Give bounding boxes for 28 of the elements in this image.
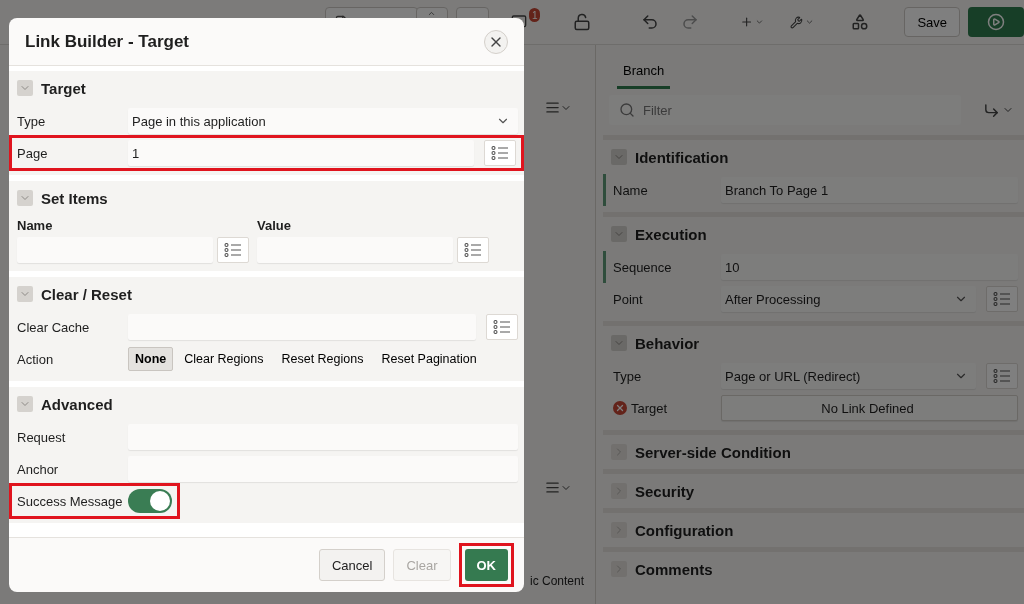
section-title: Set Items (41, 189, 108, 207)
section-title: Target (41, 79, 86, 97)
field-label: Name (613, 182, 648, 198)
field-label: Request (17, 429, 67, 445)
section-title: Execution (635, 225, 707, 243)
column-header: Name (17, 216, 54, 235)
section-title: Identification (635, 148, 729, 166)
field-label: Action (17, 351, 55, 367)
section-title: Security (635, 482, 695, 500)
section-title: Server-side Condition (635, 443, 791, 461)
count-badge: 1 (529, 8, 540, 22)
field-label: Success Message (17, 493, 124, 509)
section-title: Advanced (41, 395, 113, 413)
field-label: Type (17, 113, 47, 129)
tree-node-label: ic Content (530, 574, 585, 588)
dialog-title: Link Builder - Target (25, 31, 190, 52)
section-title: Comments (635, 560, 713, 578)
column-header: Value (257, 216, 292, 235)
section-title: Behavior (635, 334, 700, 352)
field-label: Page (17, 145, 49, 161)
field-label: Clear Cache (17, 319, 91, 335)
section-title: Clear / Reset (41, 285, 132, 303)
field-label: Type (613, 368, 642, 384)
field-label: Sequence (613, 259, 672, 275)
field-label: Anchor (17, 461, 60, 477)
section-title: Configuration (635, 521, 734, 539)
field-label: Point (613, 291, 643, 307)
field-label: Target (631, 400, 668, 416)
